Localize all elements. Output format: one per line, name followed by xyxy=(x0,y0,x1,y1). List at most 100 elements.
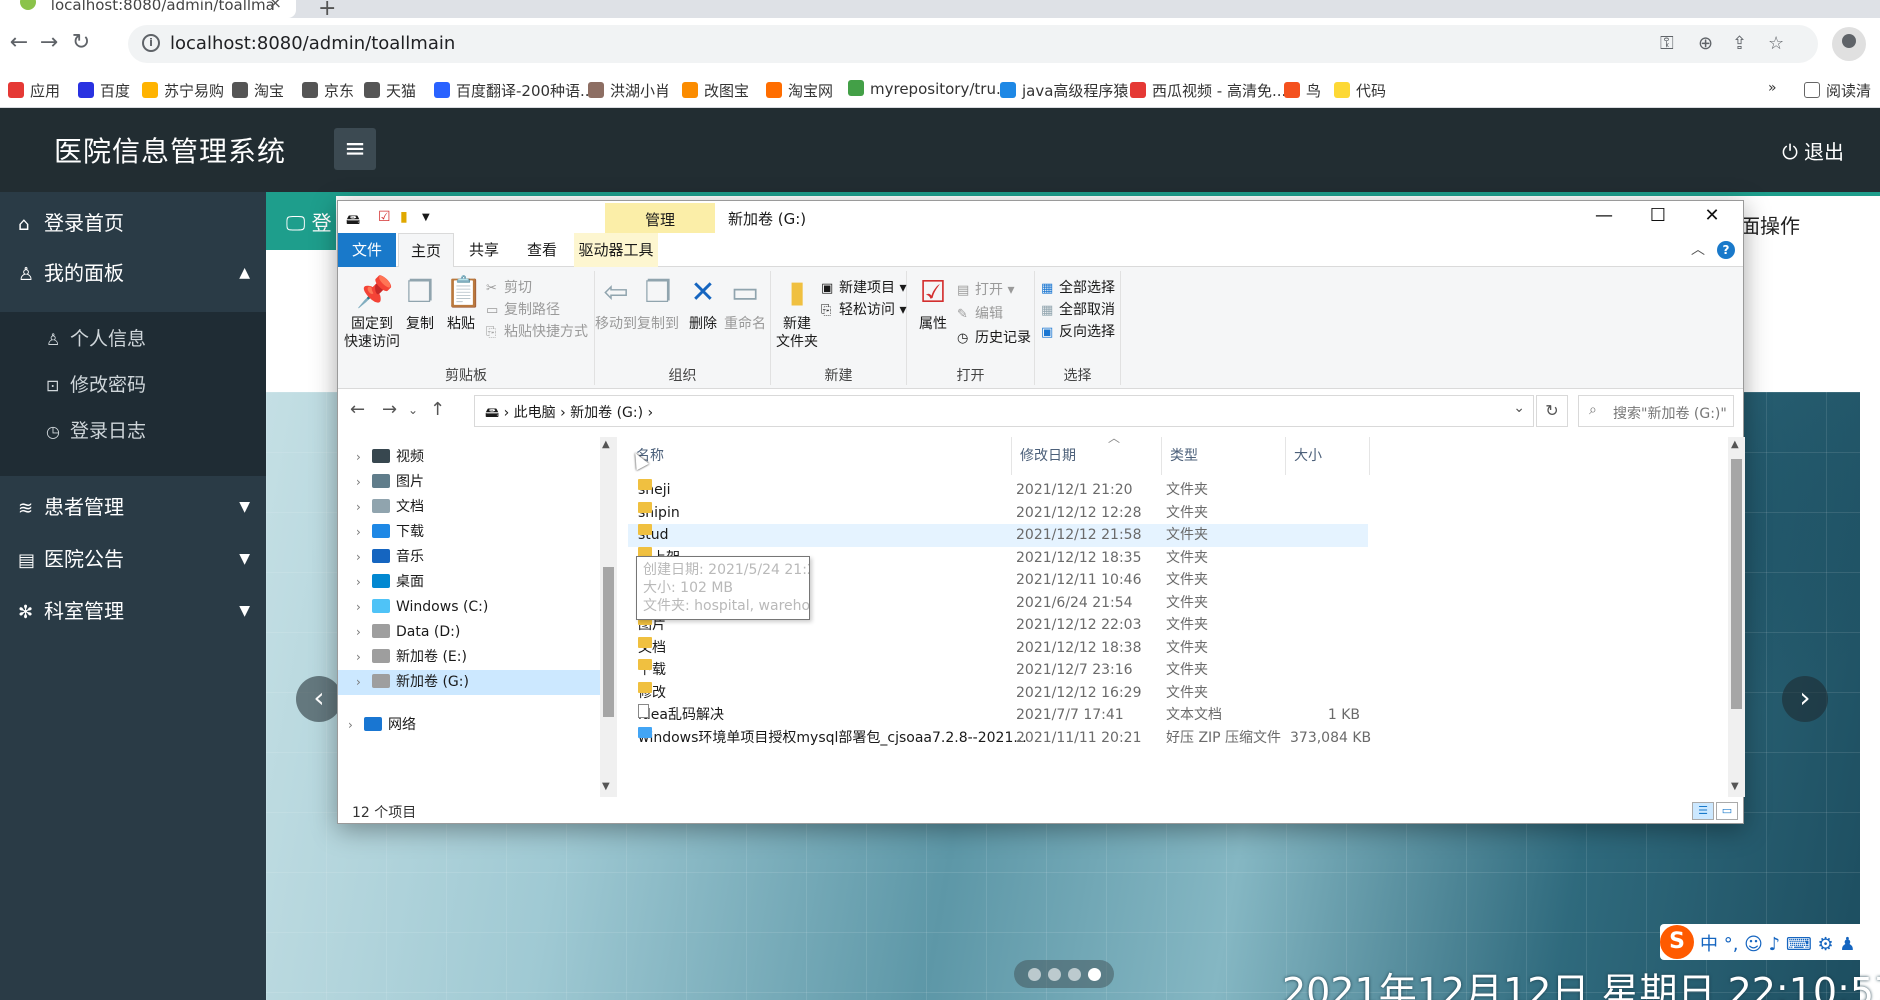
bookmark-item[interactable]: 天猫 xyxy=(364,80,416,101)
forward-arrow-icon[interactable]: → xyxy=(382,399,397,420)
zoom-icon[interactable]: ⊕ xyxy=(1698,33,1713,54)
expand-chevron-icon[interactable]: › xyxy=(356,570,372,595)
crumb-drive-g[interactable]: 新加卷 (G:) xyxy=(570,405,643,421)
file-row[interactable]: 修改 2021/12/12 16:29 文件夹 xyxy=(628,681,1368,705)
nav-item[interactable]: › Data (D:) xyxy=(338,620,600,645)
bookmark-item[interactable]: 洪湖小肖 xyxy=(588,80,670,101)
nav-item[interactable]: › 图片 xyxy=(338,470,600,495)
scroll-down-icon[interactable]: ▼ xyxy=(602,781,610,792)
qat-dropdown-icon[interactable]: ▼ xyxy=(422,212,430,223)
expand-chevron-icon[interactable]: › xyxy=(356,470,372,495)
ribbon-collapse-icon[interactable]: ︿ xyxy=(1691,239,1705,259)
key-icon[interactable]: ⚿ xyxy=(1660,33,1674,54)
manage-context-tab[interactable]: 管理 xyxy=(605,203,715,235)
column-size[interactable]: 大小 xyxy=(1286,437,1370,475)
nav-scroll-thumb[interactable] xyxy=(603,567,614,717)
content-tab-home[interactable]: 🖵 登 xyxy=(266,196,336,250)
delete-button[interactable]: ✕ 删除 xyxy=(683,275,723,333)
back-icon[interactable]: ← xyxy=(4,28,34,58)
file-row[interactable]: shipin 2021/12/12 12:28 文件夹 xyxy=(628,501,1368,525)
rename-button[interactable]: ▭ 重命名 xyxy=(723,275,767,333)
column-name[interactable]: 名称 xyxy=(628,437,1012,475)
nav-item[interactable]: › 视频 xyxy=(338,445,600,470)
bookmark-star-icon[interactable]: ☆ xyxy=(1768,33,1784,54)
history-button[interactable]: ◷ 历史记录 xyxy=(957,327,1031,347)
file-scroll-thumb[interactable] xyxy=(1731,459,1742,709)
search-input[interactable]: ⌕ 搜索"新加卷 (G:)" xyxy=(1578,395,1734,427)
sogou-ime-icon[interactable]: S xyxy=(1660,925,1694,959)
expand-chevron-icon[interactable]: › xyxy=(356,645,372,670)
copy-path-button[interactable]: ▭ 复制路径 xyxy=(486,299,560,319)
invert-selection-button[interactable]: ▣ 反向选择 xyxy=(1041,321,1115,341)
refresh-button[interactable]: ↻ xyxy=(1536,395,1568,427)
open-button[interactable]: ▤ 打开 ▾ xyxy=(957,279,1014,299)
bookmark-item[interactable]: java高级程序猿 xyxy=(1000,80,1128,101)
column-type[interactable]: 类型 xyxy=(1162,437,1286,475)
scroll-down-icon[interactable]: ▼ xyxy=(1731,781,1739,792)
nav-item[interactable]: › 音乐 xyxy=(338,545,600,570)
paste-shortcut-button[interactable]: ⎘ 粘贴快捷方式 xyxy=(486,321,588,341)
site-info-icon[interactable]: i xyxy=(142,34,160,52)
new-item-button[interactable]: ▣ 新建项目 ▾ xyxy=(821,277,906,297)
explorer-titlebar[interactable]: 🖴 ☑ ▮ ▼ 管理 新加卷 (G:) — ☐ ✕ xyxy=(338,201,1743,235)
scroll-up-icon[interactable]: ▲ xyxy=(602,439,610,450)
expand-chevron-icon[interactable]: › xyxy=(356,595,372,620)
expand-chevron-icon[interactable]: › xyxy=(356,670,372,695)
close-button[interactable]: ✕ xyxy=(1684,201,1740,233)
bookmark-item[interactable]: 西瓜视频 - 高清免... xyxy=(1130,80,1286,101)
minimize-button[interactable]: — xyxy=(1576,201,1632,233)
menu-toggle-button[interactable]: ≡ xyxy=(334,128,376,170)
sidebar-item-5[interactable]: ✻ 科室管理 ▼ xyxy=(0,580,266,642)
copy-button[interactable]: ❐ 复制 xyxy=(400,275,440,333)
select-all-button[interactable]: ▦ 全部选择 xyxy=(1041,277,1115,297)
address-bar[interactable]: i localhost:8080/admin/toallmain ⚿ ⊕ ⇪ ☆ xyxy=(128,25,1818,63)
profile-avatar[interactable] xyxy=(1832,27,1866,61)
expand-chevron-icon[interactable]: › xyxy=(356,520,372,545)
easy-access-button[interactable]: ⎘ 轻松访问 ▾ xyxy=(821,299,906,319)
sidebar-item-1[interactable]: ♙ 我的面板 ▲ xyxy=(0,242,266,304)
expand-chevron-icon[interactable]: › xyxy=(356,445,372,470)
file-row[interactable]: idea乱码解决 2021/7/7 17:41 文本文档 1 KB xyxy=(628,704,1368,727)
copy-to-button[interactable]: ❐ 复制到 xyxy=(637,275,679,333)
nav-scrollbar[interactable]: ▲ ▼ xyxy=(600,437,617,797)
up-arrow-icon[interactable]: ↑ xyxy=(430,399,445,420)
bookmark-item[interactable]: 京东 xyxy=(302,80,354,101)
file-row[interactable]: 文档 2021/12/12 18:38 文件夹 xyxy=(628,636,1368,660)
help-icon[interactable]: ? xyxy=(1717,241,1735,259)
logout-button[interactable]: ⏻ 退出 xyxy=(1782,136,1844,165)
properties-button[interactable]: ☑ 属性 xyxy=(913,275,953,333)
file-row[interactable]: windows环境单项目授权mysql部署包_cjsoaa7.2.8--2021… xyxy=(628,726,1371,750)
reading-list[interactable]: 阅读清 xyxy=(1804,80,1871,101)
bookmark-item[interactable]: 改图宝 xyxy=(682,80,749,101)
expand-chevron-icon[interactable]: › xyxy=(356,495,372,520)
tab-file[interactable]: 文件 xyxy=(338,233,396,267)
folder-qat-icon[interactable]: ▮ xyxy=(400,209,408,225)
nav-item[interactable]: › 桌面 xyxy=(338,570,600,595)
file-row[interactable]: 下载 2021/12/7 23:16 文件夹 xyxy=(628,659,1368,682)
nav-item[interactable]: › 网络 xyxy=(338,713,600,738)
bookmark-item[interactable]: 淘宝网 xyxy=(766,80,833,101)
carousel-dot[interactable] xyxy=(1068,968,1081,981)
reload-icon[interactable]: ↻ xyxy=(66,28,96,58)
details-view-button[interactable]: ☰ xyxy=(1692,802,1714,820)
tab-view[interactable]: 查看 xyxy=(514,233,570,267)
column-date[interactable]: 修改日期 xyxy=(1012,437,1162,475)
pin-quick-access-button[interactable]: 📌 固定到 快速访问 xyxy=(344,275,400,351)
bookmark-item[interactable]: myrepository/tru... xyxy=(848,80,1010,98)
edit-button[interactable]: ✎ 编辑 xyxy=(957,303,1003,323)
carousel-dot[interactable] xyxy=(1048,968,1061,981)
bookmark-item[interactable]: 百度 xyxy=(78,80,130,101)
file-row[interactable]: sheji 2021/12/1 21:20 文件夹 xyxy=(628,479,1368,502)
bookmark-item[interactable]: 鸟 xyxy=(1284,80,1321,101)
expand-chevron-icon[interactable]: › xyxy=(348,713,364,738)
tab-home[interactable]: 主页 xyxy=(398,233,454,267)
path-dropdown-icon[interactable]: ⌄ xyxy=(1513,400,1525,416)
bookmark-item[interactable]: 苏宁易购 xyxy=(142,80,224,101)
bookmarks-overflow-icon[interactable]: » xyxy=(1768,80,1777,96)
expand-chevron-icon[interactable]: › xyxy=(356,620,372,645)
forward-icon[interactable]: → xyxy=(34,28,64,58)
paste-button[interactable]: 📋 粘贴 xyxy=(440,275,482,333)
browser-tab[interactable]: localhost:8080/admin/toallma × xyxy=(0,0,296,18)
carousel-dot[interactable] xyxy=(1028,968,1041,981)
new-folder-button[interactable]: ▮ 新建 文件夹 xyxy=(775,275,819,351)
